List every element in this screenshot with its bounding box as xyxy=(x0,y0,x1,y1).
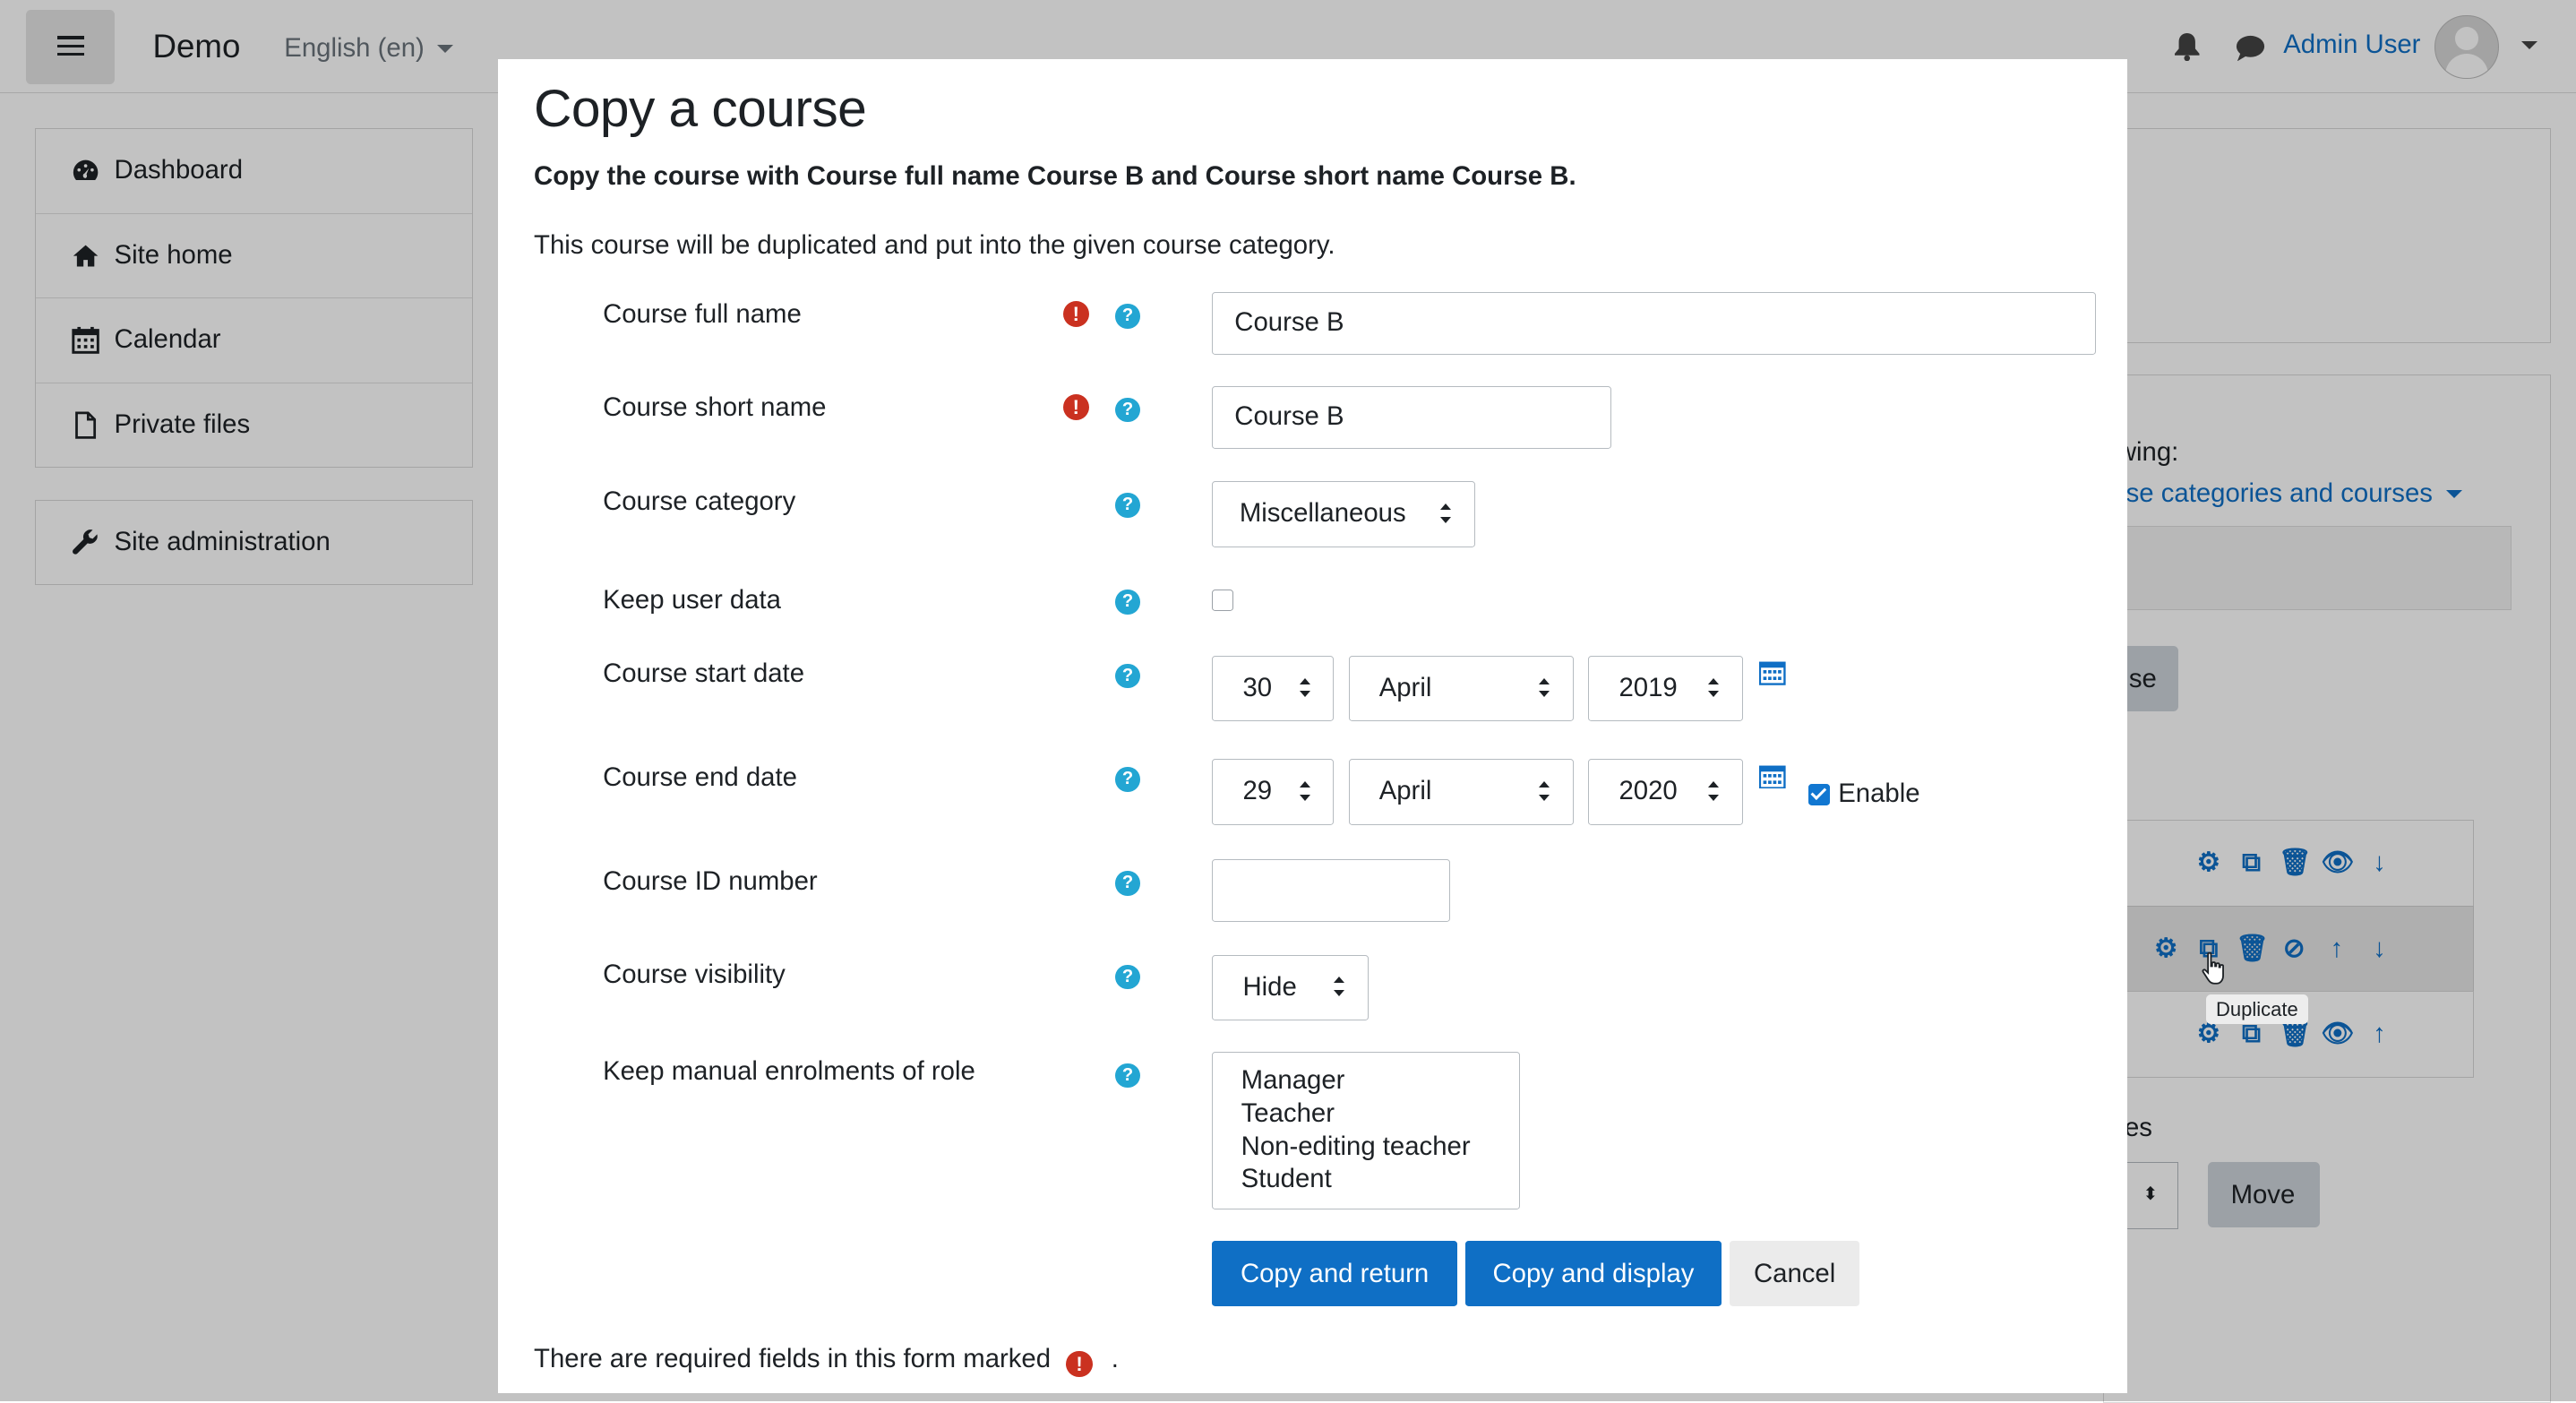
modal-description: This course will be duplicated and put i… xyxy=(534,229,1335,260)
required-icon: ! xyxy=(1062,300,1089,327)
calendar-icon[interactable] xyxy=(1759,660,1786,685)
modal-title: Copy a course xyxy=(534,80,867,139)
role-option[interactable]: Teacher xyxy=(1241,1098,1335,1129)
help-icon[interactable]: ? xyxy=(1115,964,1140,990)
help-icon[interactable]: ? xyxy=(1115,304,1140,329)
help-icon[interactable]: ? xyxy=(1115,663,1140,689)
role-option[interactable]: Manager xyxy=(1241,1065,1345,1096)
cancel-button[interactable]: Cancel xyxy=(1730,1240,1860,1307)
copy-and-return-button[interactable]: Copy and return xyxy=(1212,1240,1457,1307)
required-fields-text: There are required fields in this form m… xyxy=(534,1344,1052,1374)
start-year-select[interactable]: 2019 xyxy=(1588,655,1743,722)
keep-manual-enrolments-label: Keep manual enrolments of role xyxy=(603,1056,975,1087)
required-icon: ! xyxy=(1066,1350,1093,1378)
help-icon[interactable]: ? xyxy=(1115,767,1140,792)
start-day-select[interactable]: 30 xyxy=(1212,655,1335,722)
course-category-label: Course category xyxy=(603,486,796,516)
end-month-select[interactable]: April xyxy=(1348,759,1574,825)
duplicate-tooltip: Duplicate xyxy=(2206,994,2308,1024)
end-date-enable-label[interactable]: Enable xyxy=(1838,779,1919,809)
required-icon: ! xyxy=(1062,394,1089,421)
help-icon[interactable]: ? xyxy=(1115,590,1140,615)
course-short-name-input[interactable]: Course B xyxy=(1212,385,1612,449)
help-icon[interactable]: ? xyxy=(1115,397,1140,423)
course-full-name-label: Course full name xyxy=(603,298,802,329)
hand-cursor-icon xyxy=(2202,951,2224,985)
course-end-date-label: Course end date xyxy=(603,762,797,792)
help-icon[interactable]: ? xyxy=(1115,871,1140,896)
course-id-number-label: Course ID number xyxy=(603,865,818,896)
course-id-number-input[interactable] xyxy=(1212,859,1451,922)
required-fields-period: . xyxy=(1111,1344,1119,1374)
course-full-name-input[interactable]: Course B xyxy=(1212,292,2097,356)
course-visibility-select[interactable]: Hide xyxy=(1212,954,1369,1020)
copy-course-modal: Copy a course Copy the course with Cours… xyxy=(497,59,2127,1394)
modal-intro: Copy the course with Course full name Co… xyxy=(534,160,1576,191)
calendar-icon[interactable] xyxy=(1759,764,1786,789)
end-year-select[interactable]: 2020 xyxy=(1588,759,1743,825)
end-day-select[interactable]: 29 xyxy=(1212,759,1335,825)
role-option[interactable]: Non-editing teacher xyxy=(1241,1132,1471,1162)
copy-and-display-button[interactable]: Copy and display xyxy=(1464,1240,1722,1307)
help-icon[interactable]: ? xyxy=(1115,493,1140,518)
roles-multiselect[interactable]: Manager Teacher Non-editing teacher Stud… xyxy=(1212,1051,1520,1209)
course-start-date-label: Course start date xyxy=(603,658,805,689)
start-month-select[interactable]: April xyxy=(1348,655,1574,722)
required-fields-note: There are required fields in this form m… xyxy=(534,1344,1119,1378)
end-date-enable-checkbox[interactable] xyxy=(1808,783,1831,805)
keep-user-data-checkbox[interactable] xyxy=(1212,590,1234,612)
help-icon[interactable]: ? xyxy=(1115,1063,1140,1089)
course-short-name-label: Course short name xyxy=(603,392,827,423)
role-option[interactable]: Student xyxy=(1241,1164,1332,1194)
course-category-select[interactable]: Miscellaneous xyxy=(1212,481,1475,547)
keep-user-data-label: Keep user data xyxy=(603,584,781,615)
course-visibility-label: Course visibility xyxy=(603,960,786,990)
